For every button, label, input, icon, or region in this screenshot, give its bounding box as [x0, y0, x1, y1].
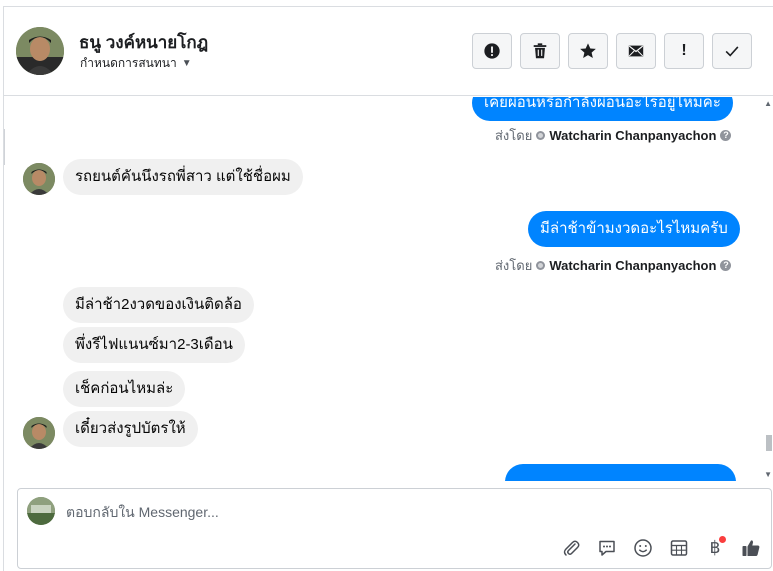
outgoing-message[interactable]: เคยผ่อนหรือกำลังผ่อนอะไรอยู่ไหมคะ: [472, 97, 733, 121]
emoji-button[interactable]: [631, 536, 655, 560]
page-badge-icon: [536, 261, 546, 270]
incoming-message[interactable]: เช็คก่อนไหมล่ะ: [63, 371, 186, 407]
message-thread[interactable]: เคยผ่อนหรือกำลังผ่อนอะไรอยู่ไหมคะ ส่งโดย…: [4, 97, 773, 481]
sent-by-line: ส่งโดย Watcharin Chanpanyachon ?: [495, 125, 732, 146]
outgoing-message[interactable]: มีล่าช้าข้ามงวดอะไรไหมครับ: [528, 211, 740, 247]
contact-avatar-small[interactable]: [23, 417, 55, 449]
saved-replies-button[interactable]: [595, 536, 619, 560]
set-conversation-label: กำหนดการสนทนา: [80, 56, 177, 70]
mark-unread-button[interactable]: [616, 33, 656, 69]
scroll-up-arrow-icon[interactable]: ▲: [764, 99, 772, 108]
alert-circle-icon: [484, 43, 500, 59]
like-button[interactable]: [739, 536, 763, 560]
contact-avatar[interactable]: [16, 27, 64, 75]
spam-button[interactable]: [472, 33, 512, 69]
set-conversation-dropdown[interactable]: กำหนดการสนทนา ▼: [80, 54, 192, 73]
caret-down-icon: ▼: [181, 58, 192, 69]
incoming-message[interactable]: มีล่าช้า2งวดของเงินติดล้อ: [63, 287, 254, 323]
page-badge-icon: [536, 131, 546, 140]
page-avatar: [27, 497, 55, 525]
sent-by-prefix: ส่งโดย: [495, 128, 533, 143]
scroll-thumb[interactable]: [766, 435, 772, 451]
checkmark-icon: [725, 46, 739, 57]
incoming-message[interactable]: รถยนต์คันนึงรถพี่สาว แต่ใช้ชื่อผม: [63, 159, 303, 195]
messenger-panel: ธนู วงค์หนายโกฎ กำหนดการสนทนา ▼ ! เคยผ่อ…: [3, 6, 773, 571]
mark-done-button[interactable]: [712, 33, 752, 69]
scroll-down-arrow-icon[interactable]: ▼: [764, 470, 772, 479]
important-button[interactable]: !: [664, 33, 704, 69]
incoming-message[interactable]: พึ่งรีไฟแนนซ์มา2-3เดือน: [63, 327, 245, 363]
help-icon[interactable]: ?: [720, 260, 732, 271]
star-button[interactable]: [568, 33, 608, 69]
reply-input[interactable]: [66, 502, 666, 522]
notification-dot: [719, 536, 726, 543]
payment-button[interactable]: ฿: [703, 536, 727, 560]
conversation-header: ธนู วงค์หนายโกฎ กำหนดการสนทนา ▼ !: [4, 7, 773, 96]
thread-scrollbar[interactable]: ▲ ▼: [762, 97, 773, 481]
thumbs-up-icon: [742, 540, 760, 556]
sent-by-prefix: ส่งโดย: [495, 258, 533, 273]
incoming-message[interactable]: เดี๋ยวส่งรูปบัตรให้: [63, 411, 198, 447]
composer-toolbar: ฿: [559, 536, 763, 560]
outgoing-message-partial[interactable]: [505, 464, 736, 481]
exclamation-icon: !: [681, 42, 687, 59]
sent-by-line: ส่งโดย Watcharin Chanpanyachon ?: [495, 255, 732, 276]
sender-name[interactable]: Watcharin Chanpanyachon: [549, 258, 716, 273]
appointment-button[interactable]: [667, 536, 691, 560]
speech-bubble-icon: [599, 540, 615, 556]
help-icon[interactable]: ?: [720, 130, 732, 141]
reply-composer: ฿: [17, 488, 772, 569]
contact-avatar-small[interactable]: [23, 163, 55, 195]
attach-button[interactable]: [559, 536, 583, 560]
trash-icon: [533, 43, 547, 59]
sender-name[interactable]: Watcharin Chanpanyachon: [549, 128, 716, 143]
paperclip-icon: [563, 540, 580, 556]
star-icon: [580, 43, 596, 59]
delete-button[interactable]: [520, 33, 560, 69]
smiley-icon: [634, 539, 652, 557]
left-scroll-edge: [4, 129, 5, 165]
conversation-actions: !: [472, 33, 752, 69]
contact-name[interactable]: ธนู วงค์หนายโกฎ: [79, 29, 208, 56]
envelope-icon: [628, 45, 644, 57]
calendar-grid-icon: [670, 540, 688, 556]
